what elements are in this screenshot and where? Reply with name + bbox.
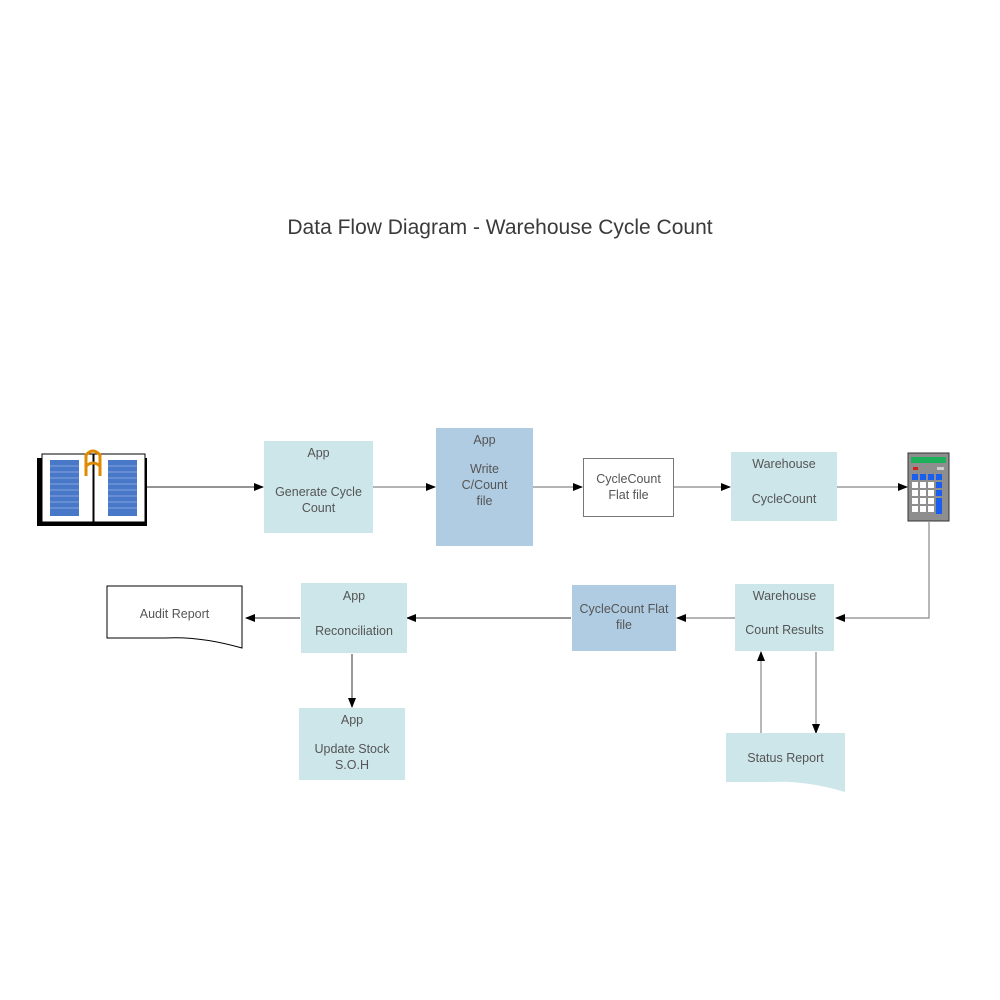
store-cyclecount-flat-file[interactable]: CycleCount Flat file [583, 458, 674, 517]
process-generate-cycle-count[interactable]: App Generate Cycle Count [264, 441, 373, 533]
output-audit-report[interactable]: Audit Report [107, 586, 242, 638]
node-label: Reconciliation [315, 624, 393, 638]
node-header: App [340, 713, 364, 727]
book-icon [37, 449, 147, 526]
calculator-icon [907, 452, 950, 522]
node-label: CycleCount [751, 492, 817, 506]
node-label: CycleCount Flat file [579, 602, 669, 632]
process-warehouse-cyclecount[interactable]: Warehouse CycleCount [731, 452, 837, 521]
output-status-report[interactable]: Status Report [726, 733, 845, 783]
process-write-count-file[interactable]: App Write C/Count file [436, 428, 533, 546]
process-update-stock[interactable]: App Update Stock S.O.H [299, 708, 405, 780]
node-label: Write C/Count file [461, 462, 508, 508]
process-reconciliation[interactable]: App Reconciliation [301, 583, 407, 653]
node-label: Generate Cycle Count [275, 485, 362, 515]
node-label: CycleCount Flat file [596, 472, 661, 502]
node-header: App [307, 446, 330, 460]
store-cyclecount-flat-file-2[interactable]: CycleCount Flat file [572, 585, 676, 651]
node-header: App [342, 589, 366, 603]
node-label: Audit Report [139, 607, 210, 621]
node-header: Warehouse [752, 457, 816, 471]
process-warehouse-count-results[interactable]: Warehouse Count Results [735, 584, 834, 651]
node-header: Warehouse [752, 589, 817, 603]
node-header: App [473, 433, 496, 447]
node-label: Update Stock S.O.H [314, 742, 390, 772]
node-label: Count Results [745, 623, 824, 637]
edge-calculator-to-results [835, 522, 930, 622]
node-label: Status Report [747, 751, 824, 765]
